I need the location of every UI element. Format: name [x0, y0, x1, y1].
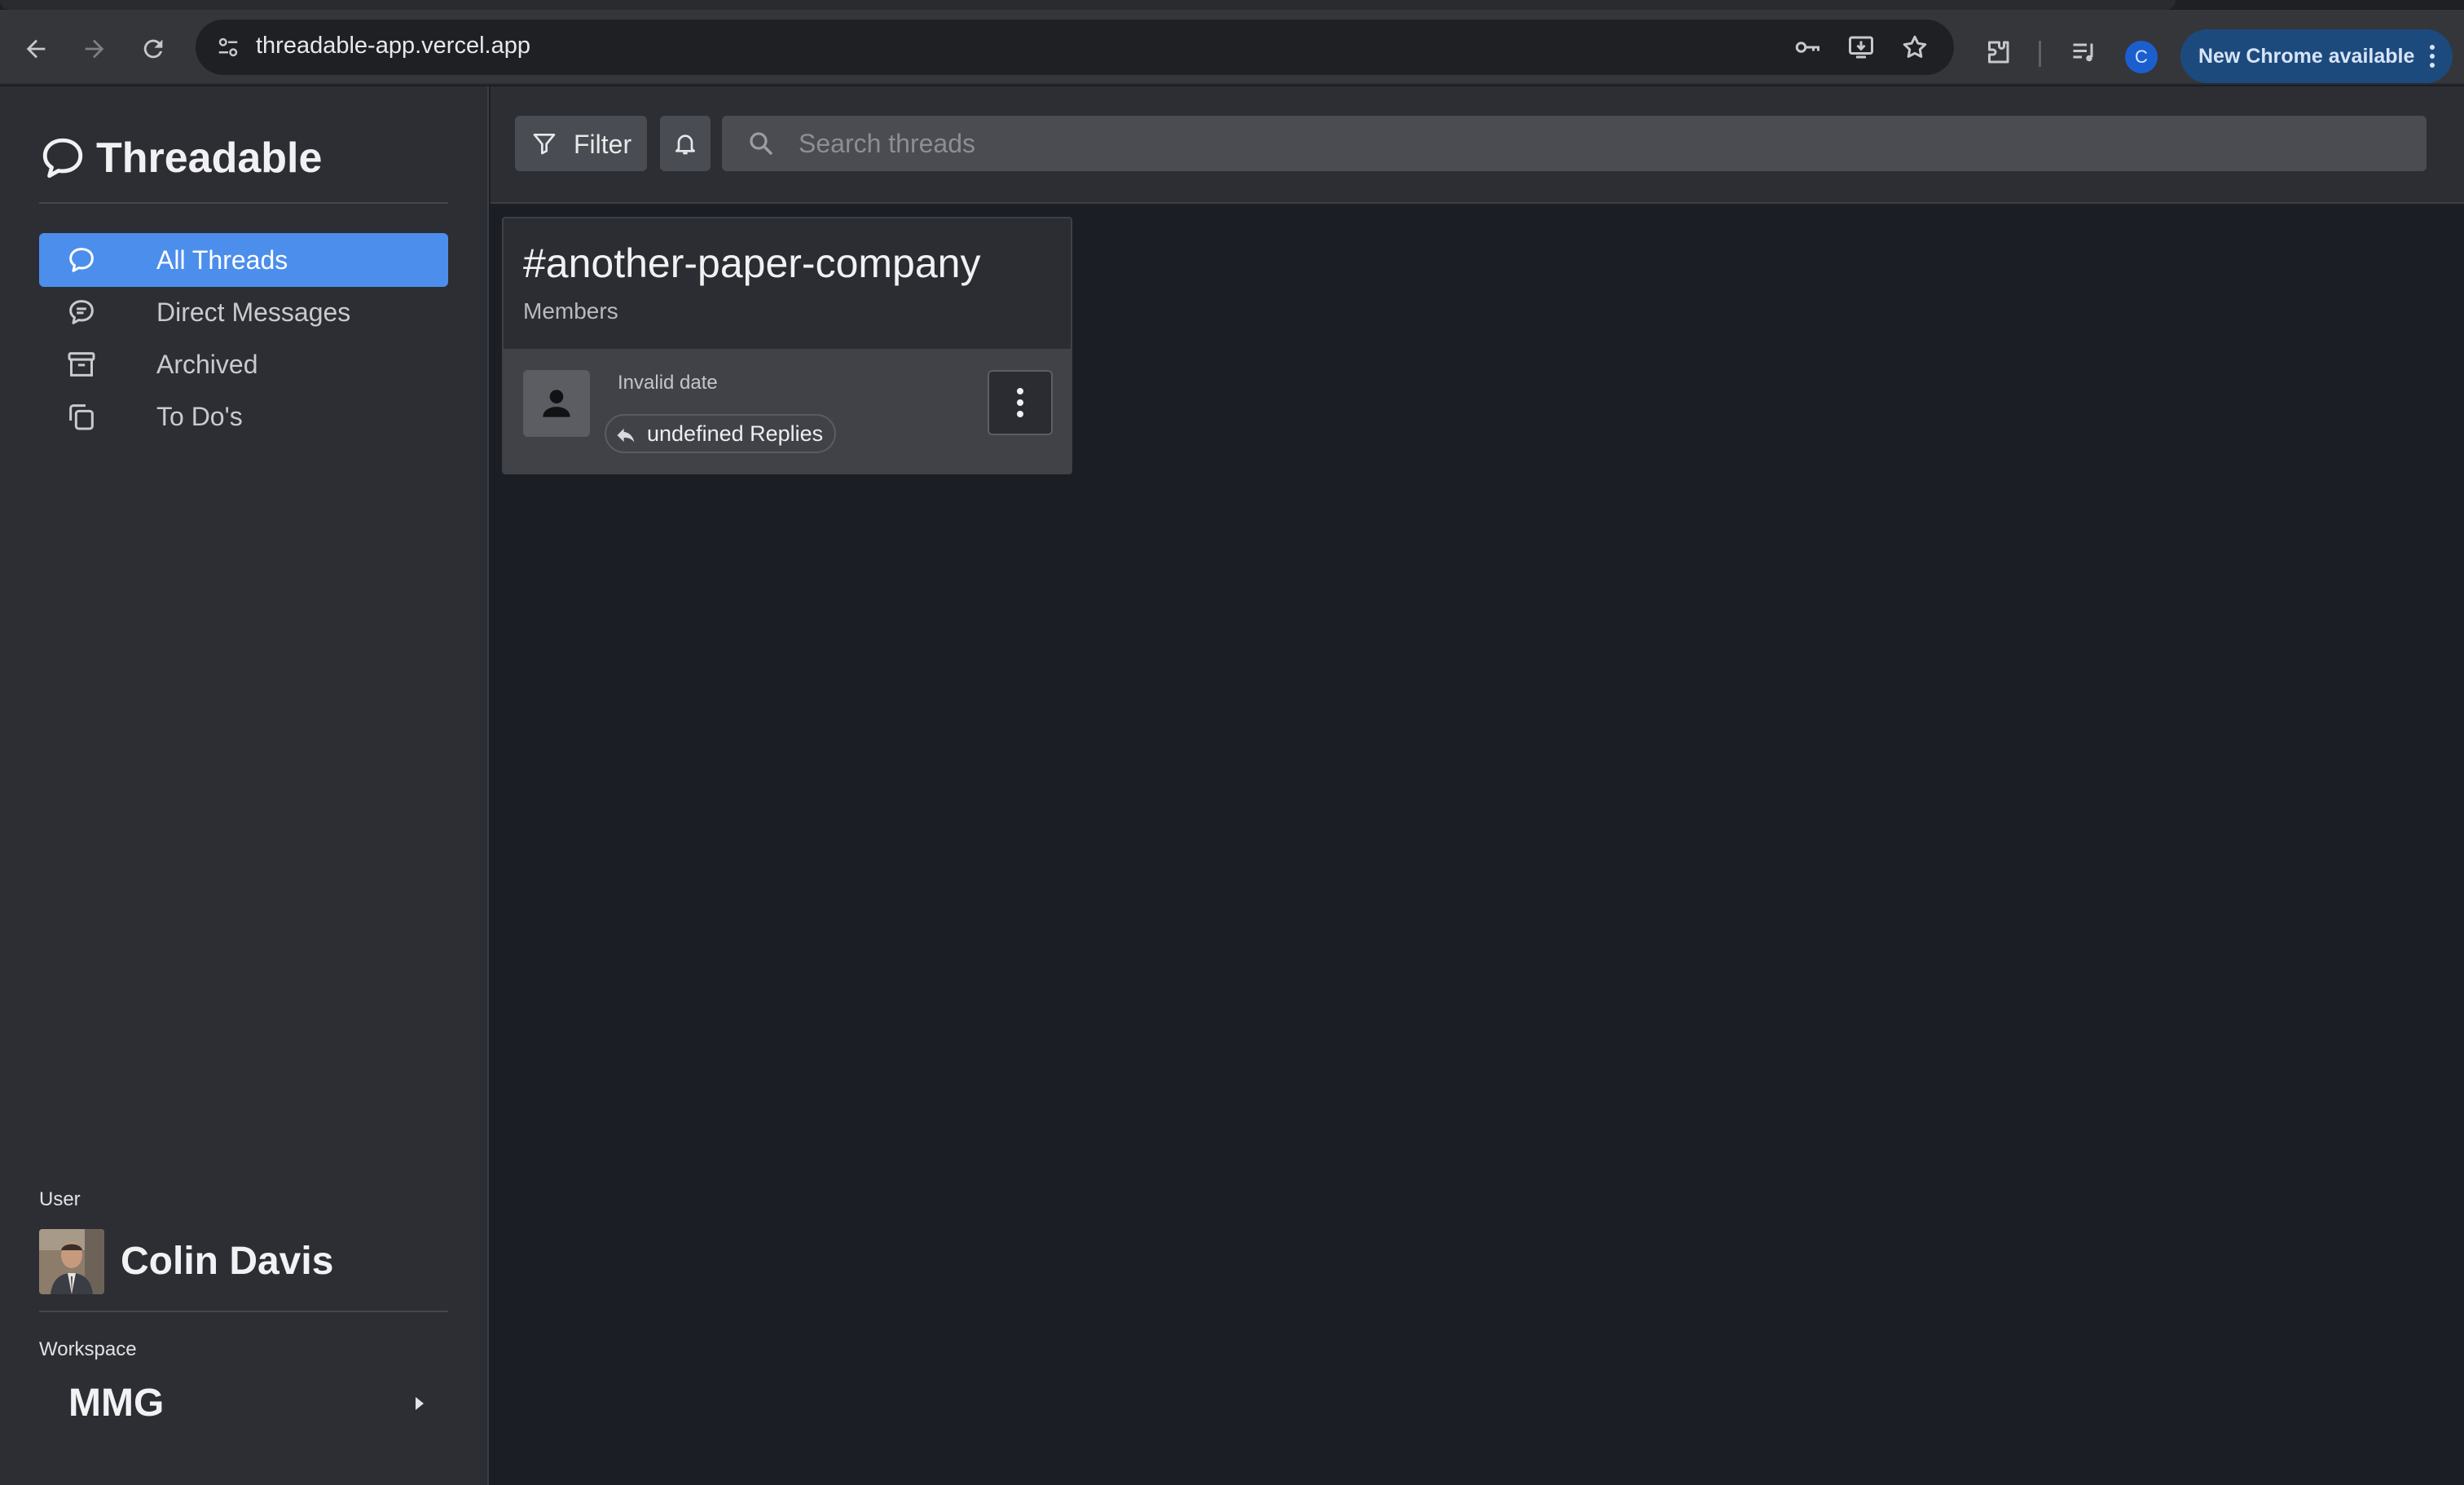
search-icon: [750, 132, 772, 155]
filter-funnel-icon: [533, 134, 556, 155]
sidebar-item-label: To Do's: [156, 401, 243, 431]
sidebar-item-label: Archived: [156, 349, 258, 379]
brand[interactable]: Threadable: [39, 126, 322, 191]
logo-chat-icon: [42, 138, 83, 178]
url-text[interactable]: threadable-app.vercel.app: [256, 33, 530, 59]
thread-members-label[interactable]: Members: [523, 298, 618, 324]
reload-button[interactable]: [134, 29, 173, 68]
sidebar-item-archived[interactable]: Archived: [39, 337, 448, 391]
arrow-right-icon: [85, 39, 104, 59]
browser-active-tab[interactable]: [0, 0, 2176, 10]
reload-icon: [143, 39, 163, 59]
replies-button[interactable]: undefined Replies: [605, 414, 837, 453]
profile-avatar[interactable]: C: [2125, 41, 2158, 73]
thread-card[interactable]: #another-paper-company Members Invalid d…: [502, 217, 1072, 474]
browser-tabstrip: [0, 0, 2464, 10]
thread-message[interactable]: Invalid date undefined Replies: [504, 349, 1071, 473]
sidebar-item-todos[interactable]: To Do's: [39, 390, 448, 443]
user-name: Colin Davis: [121, 1240, 334, 1283]
brand-name: Threadable: [96, 134, 323, 182]
bell-icon: [675, 134, 695, 155]
sidebar-item-label: All Threads: [156, 245, 288, 275]
message-lines-icon: [64, 296, 99, 328]
key-icon[interactable]: [1789, 29, 1825, 65]
copy-pages-icon: [64, 400, 99, 433]
filter-label: Filter: [574, 130, 632, 159]
media-controls-icon[interactable]: [2065, 33, 2104, 72]
sidebar-item-all-threads[interactable]: All Threads: [39, 233, 448, 287]
sidebar: Threadable All Threads Direct Messages A…: [0, 86, 489, 1485]
chrome-update-button[interactable]: New Chrome available: [2180, 29, 2453, 83]
forward-button[interactable]: [75, 29, 114, 68]
workspace-name[interactable]: MMG: [68, 1381, 164, 1426]
archive-box-icon: [64, 348, 99, 381]
divider: [39, 202, 448, 204]
user-section-label: User: [39, 1188, 81, 1210]
caret-right-icon[interactable]: [411, 1394, 427, 1413]
more-vert-icon: [2430, 45, 2435, 68]
site-settings-icon[interactable]: [212, 31, 244, 64]
person-icon: [543, 390, 570, 417]
message-date: Invalid date: [618, 372, 718, 394]
message-avatar: [523, 370, 590, 437]
notifications-button[interactable]: [660, 116, 711, 171]
chrome-update-label: New Chrome available: [2198, 44, 2415, 68]
arrow-left-icon: [26, 39, 46, 59]
bookmark-star-icon[interactable]: [1897, 29, 1933, 65]
install-app-icon[interactable]: [1843, 29, 1879, 65]
thread-card-header[interactable]: #another-paper-company Members: [504, 218, 1071, 349]
sidebar-item-label: Direct Messages: [156, 297, 351, 327]
extensions-icon[interactable]: [1978, 33, 2017, 72]
workspace-section-label: Workspace: [39, 1338, 137, 1360]
sidebar-item-direct-messages[interactable]: Direct Messages: [39, 285, 448, 339]
toolbar-separator: [2039, 41, 2041, 67]
reply-arrow-icon: [617, 428, 635, 443]
search-field[interactable]: [722, 116, 2427, 171]
more-vert-icon: [1017, 388, 1023, 417]
message-options-button[interactable]: [988, 370, 1053, 435]
thread-title: #another-paper-company: [523, 240, 981, 286]
replies-label: undefined Replies: [647, 421, 824, 446]
chat-bubble-icon: [64, 244, 99, 276]
search-input[interactable]: [799, 116, 2412, 171]
user-avatar[interactable]: [39, 1229, 104, 1294]
browser-toolbar: threadable-app.vercel.app C New Chrome a…: [0, 10, 2464, 85]
main-toolbar: Filter: [491, 86, 2464, 204]
address-bar[interactable]: threadable-app.vercel.app: [196, 20, 1954, 75]
back-button[interactable]: [16, 29, 55, 68]
filter-button[interactable]: Filter: [515, 116, 647, 171]
divider: [39, 1311, 448, 1312]
